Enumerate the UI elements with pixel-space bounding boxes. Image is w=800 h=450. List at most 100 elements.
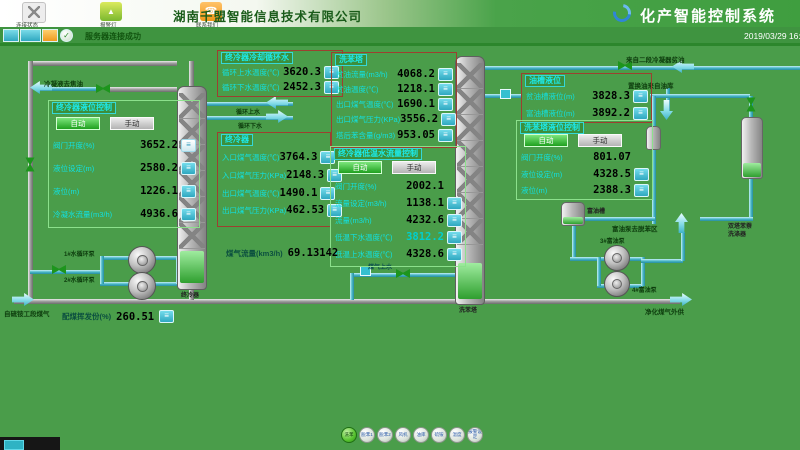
field-value: 801.07 — [593, 151, 631, 163]
field-value: 2148.3 — [286, 169, 324, 181]
nav-button-sulfate[interactable]: 硫铵 — [431, 427, 447, 443]
panel-title: 终冷器 — [221, 134, 253, 146]
field-value: 3652.2 — [140, 139, 178, 151]
panel-final-cooler-level-control: 终冷器液位控制 自动 手动 阀门开度(%)3652.2≡ 液位设定(m)2580… — [48, 100, 200, 228]
pipe-rich-oil-up — [681, 232, 685, 261]
connection-status-button[interactable] — [22, 2, 46, 23]
field-value: 4328.6 — [406, 248, 444, 260]
field-label: 液位(m) — [521, 185, 593, 196]
trend-button[interactable]: ≡ — [181, 185, 196, 198]
field-label: 贫油流量(m3/h) — [336, 69, 397, 80]
sensor-icon — [500, 89, 511, 99]
trend-button[interactable]: ≡ — [447, 248, 462, 261]
field-label: 配煤挥发份(%) — [62, 311, 111, 322]
field-label: 贫油槽液位(m) — [526, 91, 592, 102]
pipe-segment — [350, 273, 354, 300]
trend-button[interactable]: ≡ — [633, 107, 648, 120]
trend-button[interactable]: ≡ — [447, 231, 462, 244]
trend-button[interactable]: ≡ — [447, 214, 462, 227]
field-value: 3892.2 — [592, 107, 630, 119]
pipe-segment — [700, 217, 753, 221]
panel-title: 终冷器低温水流量控制 — [334, 148, 422, 160]
panel-title: 油槽液位 — [525, 75, 565, 87]
trend-button[interactable]: ≡ — [438, 129, 453, 142]
panel-title: 终冷器液位控制 — [52, 102, 116, 114]
toolbar-window-icon[interactable] — [3, 29, 19, 42]
taskbar-app-button[interactable] — [4, 440, 24, 450]
nav-button-debenzol-2[interactable]: 脱苯2 — [377, 427, 393, 443]
trend-button[interactable]: ≡ — [438, 68, 453, 81]
datetime-text: 2019/03/29 16:47 — [744, 31, 800, 41]
field-label: 出口煤气温度(℃) — [336, 99, 397, 110]
pipe-pump-loop — [100, 256, 104, 284]
auto-button[interactable]: 自动 — [524, 134, 568, 147]
field-value: 3764.3 — [280, 151, 318, 163]
field-value: 260.51 — [116, 311, 154, 323]
pipe-main-gas — [14, 299, 680, 304]
field-label: 入口煤气温度(℃) — [222, 152, 280, 163]
toolbar-ok-icon[interactable]: ✓ — [60, 29, 73, 42]
circ-up-label: 循环上水 — [236, 107, 260, 116]
flow-arrow-right-icon — [266, 110, 288, 123]
trend-button[interactable]: ≡ — [438, 98, 453, 111]
valve-icon — [26, 158, 35, 172]
alarm-icon: ▲ — [107, 7, 115, 16]
pipe-segment — [650, 94, 750, 98]
condensate-out-label: 冷凝液去焦油 — [44, 78, 83, 88]
panel-wash-tower: 洗苯塔 贫油流量(m3/h)4068.2≡ 贫油温度(℃)1218.1≡ 出口煤… — [331, 52, 457, 148]
nav-button-temperature[interactable]: 温度 — [449, 427, 465, 443]
field-value: 462.53 — [286, 204, 324, 216]
nav-button-alarm-settings[interactable]: 报警设定 — [467, 427, 483, 443]
trend-button[interactable]: ≡ — [438, 83, 453, 96]
field-label: 煤气流量(km3/h) — [226, 248, 283, 259]
pump2-label: 2#水循环泵 — [64, 275, 95, 284]
trend-button[interactable]: ≡ — [633, 90, 648, 103]
trend-button[interactable]: ≡ — [634, 168, 649, 181]
toolbar-panel-icon[interactable] — [20, 29, 41, 42]
server-status-text: 服务器连接成功 — [85, 31, 141, 42]
field-value: 3556.2 — [400, 113, 438, 125]
auto-button[interactable]: 自动 — [338, 161, 382, 174]
auto-button[interactable]: 自动 — [56, 117, 100, 130]
nav-button-fan[interactable]: 风机 — [395, 427, 411, 443]
manual-button[interactable]: 手动 — [110, 117, 154, 130]
alarm-lamp-button[interactable]: ▲ — [100, 2, 122, 21]
trend-button[interactable]: ≡ — [181, 162, 196, 175]
field-value: 1490.1 — [280, 187, 318, 199]
toolbar-folder-icon[interactable] — [42, 29, 58, 42]
field-value: 2388.3 — [593, 184, 631, 196]
manual-button[interactable]: 手动 — [392, 161, 436, 174]
lean-oil-in-label: 来自二段冷凝器贫油 — [626, 54, 685, 64]
rich-oil-tank — [561, 202, 585, 226]
panel-oil-tank-level: 油槽液位 贫油槽液位(m)3828.3≡ 富油槽液位(m)3892.2≡ — [521, 73, 652, 123]
nav-button-wash-benzene[interactable]: 洗苯 — [341, 427, 357, 443]
rich-oil-out-label: 富油泵去脱苯区 — [612, 223, 658, 233]
tools-icon — [28, 6, 40, 18]
pipe-segment — [28, 61, 33, 303]
trend-button[interactable]: ≡ — [634, 184, 649, 197]
field-value: 4068.2 — [397, 68, 435, 80]
field-label: 液位设定(m) — [521, 169, 593, 180]
panel-final-cooler: 终冷器 入口煤气温度(℃)3764.3≡ 入口煤气压力(KPa)2148.3≡ … — [217, 132, 331, 227]
trend-button[interactable]: ≡ — [181, 208, 196, 221]
nav-button-oil-depot[interactable]: 油库 — [413, 427, 429, 443]
valve-icon — [747, 98, 756, 112]
nav-button-debenzol-1[interactable]: 脱苯1 — [359, 427, 375, 443]
field-label: 低温上水温度(℃) — [335, 249, 406, 260]
pipe-segment — [30, 61, 177, 66]
field-label: 循环下水温度(℃) — [222, 82, 283, 93]
trend-button[interactable]: ≡ — [159, 310, 174, 323]
trend-button[interactable]: ≡ — [181, 139, 196, 152]
panel-title: 终冷器冷却循环水 — [221, 52, 293, 64]
field-label: 液位(m) — [53, 186, 140, 197]
field-label: 塔后苯含量(g/m3) — [336, 130, 397, 141]
mode-buttons: 自动 手动 — [56, 117, 154, 130]
field-value: 1138.1 — [406, 197, 444, 209]
liquid-level — [563, 217, 583, 224]
trend-button[interactable]: ≡ — [447, 197, 462, 210]
field-label: 阀门开度(%) — [53, 140, 140, 151]
pipe-segment — [575, 217, 655, 221]
manual-button[interactable]: 手动 — [578, 134, 622, 147]
trend-button[interactable]: ≡ — [441, 113, 456, 126]
field-label: 流量设定(m3/h) — [335, 198, 406, 209]
